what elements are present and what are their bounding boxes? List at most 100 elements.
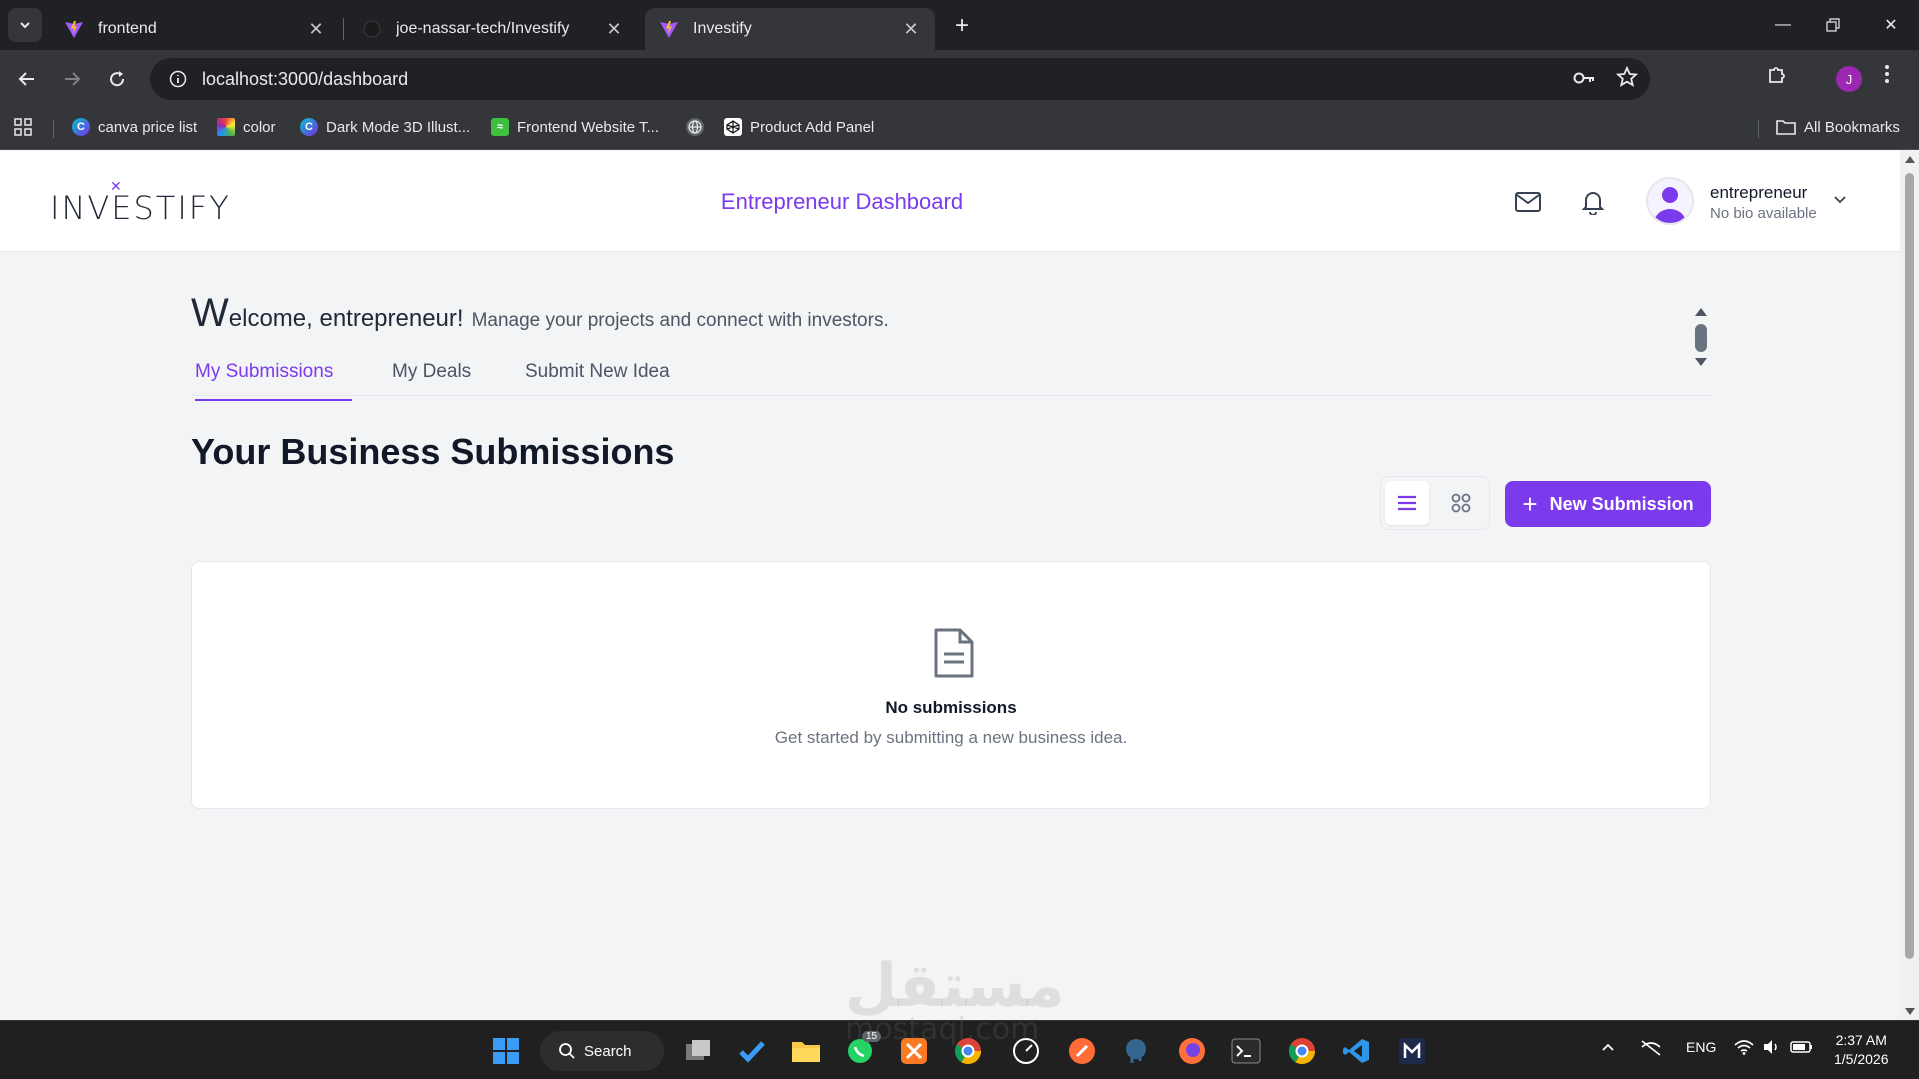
vite-icon <box>64 19 84 39</box>
scroll-up-arrow-icon[interactable] <box>1905 156 1915 163</box>
document-icon <box>932 626 976 685</box>
new-submission-button[interactable]: + New Submission <box>1505 481 1711 527</box>
site-info-icon[interactable] <box>158 70 198 88</box>
submissions-empty-state: No submissions Get started by submitting… <box>191 561 1711 809</box>
mail-icon[interactable] <box>1513 187 1543 217</box>
bell-icon[interactable] <box>1578 187 1608 217</box>
omnibox-actions <box>1572 65 1639 95</box>
welcome-banner: Welcome, entrepreneur! Manage your proje… <box>191 291 889 336</box>
bookmark-globe[interactable] <box>686 118 712 136</box>
page-title: Entrepreneur Dashboard <box>720 189 964 214</box>
close-window-icon[interactable]: ✕ <box>1868 10 1914 40</box>
reload-icon[interactable] <box>102 64 132 94</box>
view-toggle <box>1380 476 1490 530</box>
postman-icon[interactable] <box>1066 1035 1098 1067</box>
restore-icon[interactable] <box>1810 10 1856 40</box>
profile-avatar[interactable]: J <box>1836 66 1862 92</box>
chrome-profile-icon[interactable] <box>1286 1035 1318 1067</box>
chevron-down-icon <box>20 22 30 29</box>
task-view-icon[interactable] <box>682 1035 714 1067</box>
close-tab-icon[interactable]: ✕ <box>901 19 921 40</box>
vite-icon <box>659 19 679 39</box>
bookmark-star-icon[interactable] <box>1615 65 1639 95</box>
wifi-icon[interactable] <box>1734 1039 1754 1058</box>
user-name[interactable]: entrepreneur <box>1710 183 1807 203</box>
empty-state-title: No submissions <box>885 698 1017 717</box>
volume-icon[interactable] <box>1762 1039 1782 1058</box>
tray-chevron-up-icon[interactable] <box>1600 1039 1616 1058</box>
bookmark-frontend-website[interactable]: ≈ Frontend Website T... <box>491 118 659 136</box>
file-explorer-icon[interactable] <box>790 1035 822 1067</box>
password-key-icon[interactable] <box>1572 66 1596 95</box>
back-arrow-icon[interactable] <box>12 64 42 94</box>
bookmark-product-add-panel[interactable]: Product Add Panel <box>724 118 874 136</box>
grid-view-button[interactable] <box>1439 481 1483 525</box>
firefox-icon[interactable] <box>1176 1035 1208 1067</box>
grid-icon <box>1451 493 1471 513</box>
watermark: مستقل <box>845 951 1065 1020</box>
tabs-scrollbar[interactable] <box>1694 308 1708 376</box>
scroll-down-arrow-icon[interactable] <box>1905 1008 1915 1015</box>
empty-state-subtitle: Get started by submitting a new business… <box>774 728 1128 747</box>
user-avatar-icon <box>1654 187 1686 223</box>
github-icon <box>362 19 382 39</box>
extensions-puzzle-icon[interactable] <box>1766 64 1788 86</box>
scroll-thumb[interactable] <box>1695 324 1707 352</box>
avatar[interactable] <box>1646 177 1694 225</box>
close-tab-icon[interactable]: ✕ <box>604 19 624 40</box>
clock-time: 2:37 AM <box>1835 1032 1887 1048</box>
canva-icon: C <box>72 118 90 136</box>
folder-icon <box>1776 120 1796 135</box>
tab-my-submissions[interactable]: My Submissions <box>195 361 352 401</box>
dashboard-tabs: My Submissions My Deals Submit New Idea <box>191 341 1711 401</box>
scroll-thumb[interactable] <box>1905 173 1914 959</box>
close-tab-icon[interactable]: ✕ <box>306 19 326 40</box>
scroll-up-arrow-icon[interactable] <box>1695 308 1707 316</box>
mongodb-compass-icon[interactable] <box>1396 1035 1428 1067</box>
list-view-button[interactable] <box>1385 481 1429 525</box>
browser-tab-frontend[interactable]: frontend ✕ <box>50 8 340 50</box>
browser-tab-investify[interactable]: Investify ✕ <box>645 8 935 50</box>
canva-icon: C <box>300 118 318 136</box>
tab-submit-new-idea[interactable]: Submit New Idea <box>525 361 670 399</box>
network-off-icon[interactable] <box>1640 1039 1662 1060</box>
tab-title: Investify <box>693 20 752 37</box>
language-indicator[interactable]: ENG <box>1686 1039 1716 1055</box>
frontend-icon: ≈ <box>491 118 509 136</box>
bookmark-separator <box>1758 120 1759 138</box>
bookmark-dark-mode-3d[interactable]: C Dark Mode 3D Illust... <box>300 118 470 136</box>
system-clock[interactable]: 2:37 AM 1/5/2026 <box>1834 1031 1889 1069</box>
battery-icon[interactable] <box>1790 1039 1814 1058</box>
tab-title: frontend <box>98 20 157 37</box>
codepen-icon <box>724 118 742 136</box>
globe-icon <box>686 118 704 136</box>
scroll-down-arrow-icon[interactable] <box>1695 358 1707 366</box>
page-scrollbar[interactable] <box>1900 151 1919 1020</box>
browser-tab-github[interactable]: joe-nassar-tech/Investify ✕ <box>348 8 638 50</box>
tab-my-deals[interactable]: My Deals <box>392 361 471 399</box>
tab-search-button[interactable] <box>8 8 42 42</box>
postgresql-icon[interactable] <box>1120 1035 1152 1067</box>
chevron-down-icon[interactable] <box>1832 191 1848 212</box>
terminal-icon[interactable] <box>1230 1035 1262 1067</box>
windows-start-icon[interactable] <box>490 1035 522 1067</box>
tab-title: joe-nassar-tech/Investify <box>396 20 570 37</box>
taskbar-search[interactable]: Search <box>540 1031 664 1071</box>
plus-icon: + <box>1522 489 1538 519</box>
kebab-menu-icon[interactable] <box>1884 64 1890 84</box>
bookmarks-bar: C canva price list color C Dark Mode 3D … <box>0 108 1919 150</box>
search-icon <box>559 1043 575 1059</box>
welcome-heading: Welcome, entrepreneur! <box>191 291 464 335</box>
bookmark-canva-price-list[interactable]: C canva price list <box>72 118 197 136</box>
address-bar[interactable]: localhost:3000/dashboard <box>150 58 1650 100</box>
todo-check-icon[interactable] <box>736 1035 768 1067</box>
apps-grid-icon[interactable] <box>14 118 32 136</box>
bookmark-color[interactable]: color <box>217 118 276 136</box>
clock-date: 1/5/2026 <box>1834 1051 1889 1067</box>
url-text[interactable]: localhost:3000/dashboard <box>202 69 408 90</box>
forward-arrow-icon[interactable] <box>57 64 87 94</box>
minimize-icon[interactable]: — <box>1760 10 1806 40</box>
new-tab-button[interactable]: + <box>948 12 976 40</box>
all-bookmarks-button[interactable]: All Bookmarks <box>1776 118 1900 136</box>
vscode-icon[interactable] <box>1340 1035 1372 1067</box>
